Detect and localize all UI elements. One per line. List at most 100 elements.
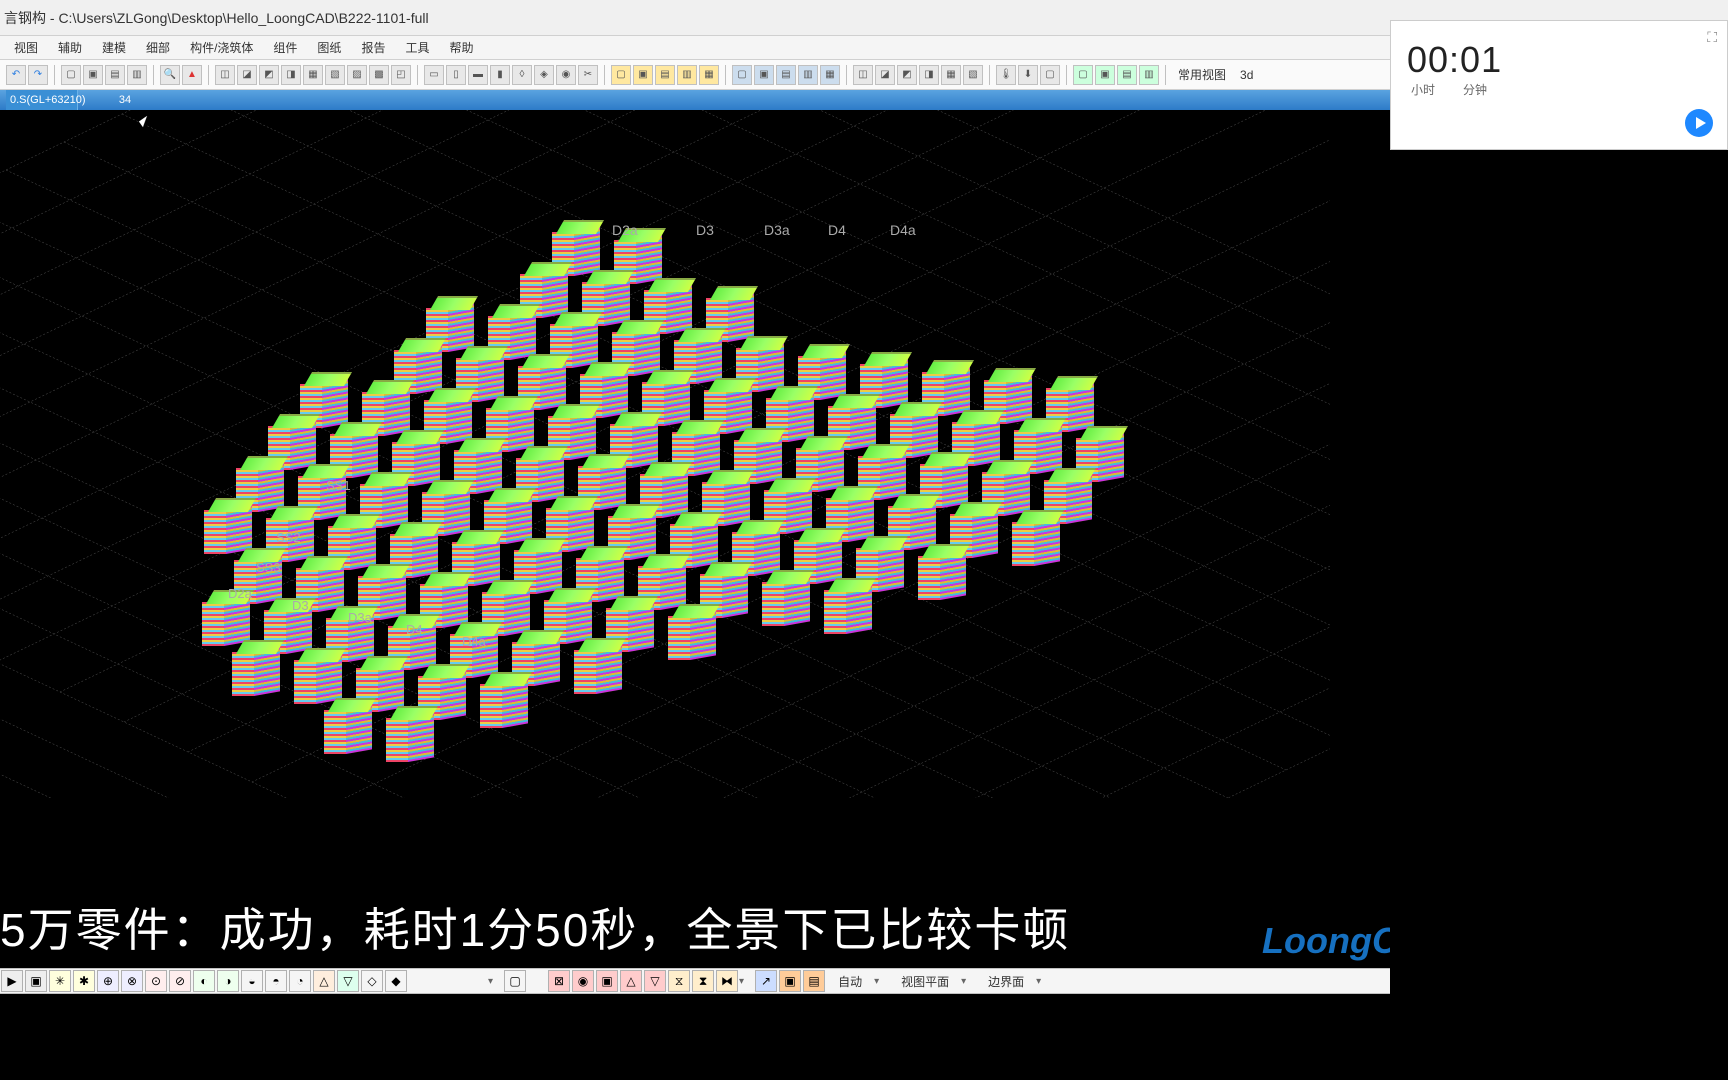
menu-detail[interactable]: 细部 [136,36,180,59]
tool-icon[interactable]: ▢ [1073,65,1093,85]
tool-icon[interactable]: ◉ [556,65,576,85]
tool-icon[interactable]: ◩ [259,65,279,85]
snap-icon[interactable]: ◉ [572,970,594,992]
expand-icon[interactable]: ⛶ [1707,29,1717,46]
tool-icon[interactable]: ▬ [468,65,488,85]
snap-icon[interactable]: △ [620,970,642,992]
viewplane-label[interactable]: 视图平面 [889,973,961,990]
snap-icon[interactable]: ⊠ [548,970,570,992]
cut-icon[interactable]: ✂ [578,65,598,85]
tool-icon[interactable]: ▮ [490,65,510,85]
tool-icon[interactable]: ▦ [699,65,719,85]
snap-icon[interactable]: ✳ [49,970,71,992]
tool-icon[interactable]: ▣ [83,65,103,85]
tool-icon[interactable]: ▤ [1117,65,1137,85]
tool-icon[interactable]: 🌡 [996,65,1016,85]
tool-icon[interactable]: ▥ [798,65,818,85]
menu-view[interactable]: 视图 [4,36,48,59]
snap-icon[interactable]: ◆ [385,970,407,992]
zoom-icon[interactable]: 🔍 [160,65,180,85]
tool-icon[interactable]: ◰ [391,65,411,85]
snap-icon[interactable]: ▣ [25,970,47,992]
tool-icon[interactable]: ▲ [182,65,202,85]
snap-icon[interactable]: ⧖ [668,970,690,992]
view-dropdown-value[interactable]: 3d [1234,68,1259,82]
snap-icon[interactable]: ▽ [337,970,359,992]
snap-icon[interactable]: △ [313,970,335,992]
tool-icon[interactable]: ▤ [776,65,796,85]
snap-icon[interactable]: ◔ [289,970,311,992]
tool-icon[interactable]: ▥ [127,65,147,85]
tool-icon[interactable]: ▣ [1095,65,1115,85]
dropdown-icon[interactable]: ▾ [961,976,976,987]
snap-icon[interactable]: ⧗ [692,970,714,992]
menu-drawing[interactable]: 图纸 [307,36,351,59]
menu-tool[interactable]: 工具 [395,36,439,59]
tool-icon[interactable]: ⬇ [1018,65,1038,85]
snap-icon[interactable]: ▢ [504,970,526,992]
tool-icon[interactable]: ◪ [237,65,257,85]
menu-component[interactable]: 构件/浇筑体 [180,36,263,59]
snap-icon[interactable]: ▶ [1,970,23,992]
dropdown-icon[interactable]: ▾ [1036,976,1051,987]
tool-icon[interactable]: ▢ [1040,65,1060,85]
tool-icon[interactable]: ▧ [325,65,345,85]
play-button[interactable] [1685,109,1713,137]
snap-icon[interactable]: ◒ [241,970,263,992]
tool-icon[interactable]: ▦ [941,65,961,85]
menu-assembly[interactable]: 组件 [263,36,307,59]
snap-icon[interactable]: ⊕ [97,970,119,992]
tool-icon[interactable]: ▦ [303,65,323,85]
tool-icon[interactable]: ◨ [281,65,301,85]
tool-icon[interactable]: ◊ [512,65,532,85]
tool-icon[interactable]: ◨ [919,65,939,85]
tool-icon[interactable]: ▢ [732,65,752,85]
snap-icon[interactable]: ⊗ [121,970,143,992]
tool-icon[interactable]: ▦ [820,65,840,85]
snap-icon[interactable]: ⊘ [169,970,191,992]
tool-icon[interactable]: ▭ [424,65,444,85]
tool-icon[interactable]: ◪ [875,65,895,85]
snap-icon[interactable]: ⧓ [716,970,738,992]
tool-icon[interactable]: ▩ [369,65,389,85]
snap-icon[interactable]: ▣ [779,970,801,992]
menu-model[interactable]: 建模 [92,36,136,59]
cursor-icon [140,118,152,136]
snap-icon[interactable]: ⊙ [145,970,167,992]
menu-report[interactable]: 报告 [351,36,395,59]
dropdown-icon[interactable]: ▾ [739,976,754,987]
tool-icon[interactable]: ◫ [215,65,235,85]
snap-icon[interactable]: ↗ [755,970,777,992]
tool-icon[interactable]: ▨ [347,65,367,85]
snap-icon[interactable]: ▣ [596,970,618,992]
snap-icon[interactable]: ◑ [217,970,239,992]
grid-label: D3 [696,222,714,238]
snap-icon[interactable]: ◐ [193,970,215,992]
tool-icon[interactable]: ◈ [534,65,554,85]
snap-icon[interactable]: ▽ [644,970,666,992]
undo-button[interactable]: ↶ [6,65,26,85]
tool-icon[interactable]: ▢ [611,65,631,85]
snap-icon[interactable]: ◓ [265,970,287,992]
snap-icon[interactable]: ◇ [361,970,383,992]
tool-icon[interactable]: ▢ [61,65,81,85]
dropdown-icon[interactable]: ▾ [874,976,889,987]
tool-icon[interactable]: ▯ [446,65,466,85]
tool-icon[interactable]: ▣ [633,65,653,85]
snap-icon[interactable]: ▤ [803,970,825,992]
tool-icon[interactable]: ▤ [655,65,675,85]
menu-assist[interactable]: 辅助 [48,36,92,59]
tool-icon[interactable]: ▤ [105,65,125,85]
tool-icon[interactable]: ▧ [963,65,983,85]
redo-button[interactable]: ↷ [28,65,48,85]
tool-icon[interactable]: ▣ [754,65,774,85]
boundary-label[interactable]: 边界面 [976,973,1036,990]
tool-icon[interactable]: ▥ [677,65,697,85]
auto-label[interactable]: 自动 [826,973,874,990]
tool-icon[interactable]: ▥ [1139,65,1159,85]
snap-icon[interactable]: ✱ [73,970,95,992]
dropdown-icon[interactable]: ▾ [488,976,503,987]
menu-help[interactable]: 帮助 [439,36,483,59]
tool-icon[interactable]: ◩ [897,65,917,85]
tool-icon[interactable]: ◫ [853,65,873,85]
